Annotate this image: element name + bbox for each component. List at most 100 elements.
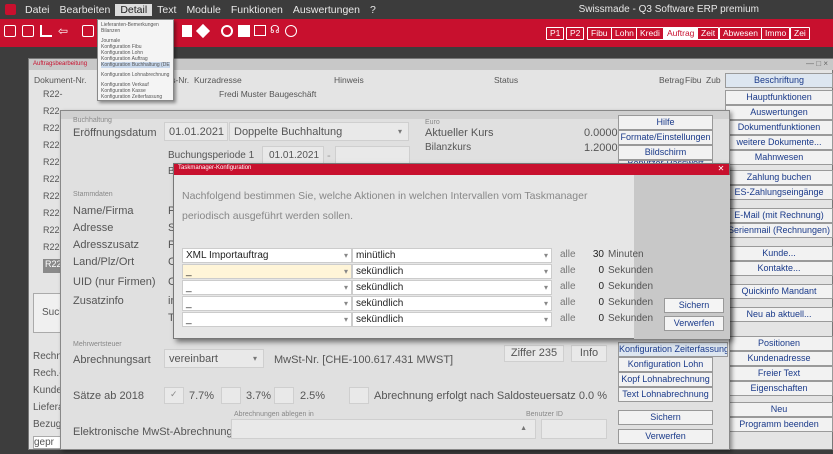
- task-interval-select[interactable]: sekündlich ▾: [352, 312, 552, 327]
- saldo-rate-value[interactable]: 0.0 %: [561, 390, 607, 402]
- eigenschaften-button[interactable]: Eigenschaften: [725, 381, 833, 396]
- close-icon[interactable]: ✕: [716, 164, 726, 173]
- kundenadresse-button[interactable]: Kundenadresse: [725, 351, 833, 366]
- beschriftung-button[interactable]: Beschriftung: [725, 73, 833, 88]
- col-betrag[interactable]: Betrag: [659, 75, 684, 85]
- menu-detail[interactable]: Detail: [115, 3, 153, 16]
- serienmail-button[interactable]: Serienmail (Rechnungen): [725, 223, 833, 238]
- menu-bearbeiten[interactable]: Bearbeiten: [55, 4, 116, 16]
- konfiguration-zeiterfassung-button[interactable]: Konfiguration Zeiterfassung: [618, 342, 728, 357]
- task-interval-select[interactable]: sekündlich ▾: [352, 264, 552, 279]
- toolbar-kredi-button[interactable]: Kredi: [636, 27, 664, 40]
- eroeffnungsdatum-field[interactable]: 01.01.2021: [164, 122, 228, 141]
- positionen-button[interactable]: Positionen: [725, 336, 833, 351]
- mail-icon[interactable]: [254, 25, 266, 36]
- task-action-select[interactable]: _ ▾: [182, 264, 352, 279]
- dokumentfunktionen-button[interactable]: Dokumentfunktionen: [725, 120, 833, 135]
- back-icon[interactable]: ⇦: [58, 24, 68, 38]
- task-count[interactable]: 0: [577, 281, 604, 292]
- menu-item[interactable]: Konfiguration Lohnabrechnung: [101, 72, 170, 78]
- toolbar-zeit-button[interactable]: Zeit: [697, 27, 720, 40]
- task-count[interactable]: 30: [577, 249, 604, 260]
- col-zub[interactable]: Zub: [706, 75, 721, 85]
- rate1-checkbox[interactable]: ✓: [164, 387, 184, 404]
- dialog-verwerfen-button[interactable]: Verwerfen: [664, 316, 724, 331]
- bildschirm-button[interactable]: Bildschirm: [618, 145, 713, 160]
- info-button[interactable]: Info: [571, 345, 607, 362]
- formate-einstellungen-button[interactable]: Formate/Einstellungen: [618, 130, 713, 145]
- menu-module[interactable]: Module: [181, 4, 225, 16]
- new-icon[interactable]: [4, 25, 16, 37]
- toolbar-p2-button[interactable]: P2: [566, 27, 585, 40]
- toolbar-zei-button[interactable]: Zei: [790, 27, 810, 40]
- ablegen-field[interactable]: ▲: [231, 419, 536, 439]
- geprueft-field[interactable]: gepr: [33, 436, 63, 449]
- saldo-checkbox[interactable]: [349, 387, 369, 404]
- task-interval-select[interactable]: sekündlich ▾: [352, 296, 552, 311]
- toolbar-lohn-button[interactable]: Lohn: [611, 27, 638, 40]
- es-zahlungseingaenge-button[interactable]: ES-Zahlungseingänge: [725, 185, 833, 200]
- task-count[interactable]: 0: [577, 297, 604, 308]
- menu-auswertungen[interactable]: Auswertungen: [288, 4, 365, 16]
- toolbar-p1-button[interactable]: P1: [546, 27, 565, 40]
- freier-text-button[interactable]: Freier Text: [725, 366, 833, 381]
- search-button[interactable]: Such: [33, 293, 65, 333]
- users-icon[interactable]: ☊: [270, 23, 280, 36]
- programm-beenden-button[interactable]: Programm beenden: [725, 417, 833, 432]
- task-action-select[interactable]: _ ▾: [182, 312, 352, 327]
- benutzer-id-field[interactable]: [541, 419, 607, 439]
- window-controls[interactable]: — □ ×: [806, 59, 828, 68]
- neu-button[interactable]: Neu: [725, 402, 833, 417]
- col-status[interactable]: Status: [494, 75, 518, 85]
- quickinfo-mandant-button[interactable]: Quickinfo Mandant: [725, 284, 833, 299]
- menu-funktionen[interactable]: Funktionen: [226, 4, 288, 16]
- col-hinweis[interactable]: Hinweis: [334, 75, 364, 85]
- weitere-dokumente-button[interactable]: weitere Dokumente...: [725, 135, 833, 150]
- abrechnungsart-select[interactable]: vereinbart ▾: [164, 349, 264, 368]
- konfiguration-lohn-button[interactable]: Konfiguration Lohn: [618, 357, 713, 372]
- kontakte-button[interactable]: Kontakte...: [725, 261, 833, 276]
- menu-text[interactable]: Text: [152, 4, 181, 16]
- info-icon[interactable]: [82, 25, 94, 37]
- copy-icon[interactable]: [40, 25, 52, 37]
- dialog-sichern-button[interactable]: Sichern: [664, 298, 724, 313]
- col-dokument-nr[interactable]: Dokument-Nr.: [34, 75, 86, 85]
- auswertungen-button[interactable]: Auswertungen: [725, 105, 833, 120]
- document-icon[interactable]: [182, 25, 192, 37]
- mahnwesen-button[interactable]: Mahnwesen: [725, 150, 833, 165]
- kunde-button[interactable]: Kunde...: [725, 246, 833, 261]
- kopf-lohnabrechnung-button[interactable]: Kopf Lohnabrechnung: [618, 372, 713, 387]
- neu-ab-aktuell-button[interactable]: Neu ab aktuell...: [725, 307, 833, 322]
- sichern-button[interactable]: Sichern: [618, 410, 713, 425]
- toolbar-fibu-button[interactable]: Fibu: [587, 27, 612, 40]
- hauptfunktionen-button[interactable]: Hauptfunktionen: [725, 90, 833, 105]
- diamond-icon[interactable]: [195, 23, 211, 39]
- task-count[interactable]: 0: [577, 265, 604, 276]
- task-action-select[interactable]: _ ▾: [182, 296, 352, 311]
- save-icon[interactable]: [22, 25, 34, 37]
- task-action-select[interactable]: _ ▾: [182, 280, 352, 295]
- grid-icon[interactable]: [238, 25, 250, 37]
- toolbar-auftrag-button[interactable]: Auftrag: [663, 27, 699, 40]
- task-count[interactable]: 0: [577, 313, 604, 324]
- task-interval-select[interactable]: minütlich ▾: [352, 248, 552, 263]
- zahlung-buchen-button[interactable]: Zahlung buchen: [725, 170, 833, 185]
- rate3-checkbox[interactable]: [274, 387, 294, 404]
- task-interval-select[interactable]: sekündlich ▾: [352, 280, 552, 295]
- toolbar-abwesen-button[interactable]: Abwesen: [719, 27, 762, 40]
- email-rechnung-button[interactable]: E-Mail (mit Rechnung): [725, 208, 833, 223]
- clock-icon[interactable]: [285, 25, 297, 37]
- text-lohnabrechnung-button[interactable]: Text Lohnabrechnung: [618, 387, 713, 402]
- hilfe-button[interactable]: Hilfe: [618, 115, 713, 130]
- circle-icon[interactable]: [221, 25, 233, 37]
- task-action-select[interactable]: XML Importauftrag ▾: [182, 248, 352, 263]
- toolbar-immo-button[interactable]: Immo: [761, 27, 791, 40]
- menu-help[interactable]: ?: [365, 4, 381, 16]
- menu-item-selected[interactable]: Konfiguration Buchhaltung (DE): [101, 62, 170, 68]
- menu-datei[interactable]: Datei: [20, 4, 55, 16]
- list-item[interactable]: R22-: [43, 89, 83, 103]
- menu-item[interactable]: Konfiguration Zeiterfassung: [101, 94, 170, 100]
- rate2-checkbox[interactable]: [221, 387, 241, 404]
- col-kurzadresse[interactable]: Kurzadresse: [194, 75, 242, 85]
- verwerfen-button[interactable]: Verwerfen: [618, 429, 713, 444]
